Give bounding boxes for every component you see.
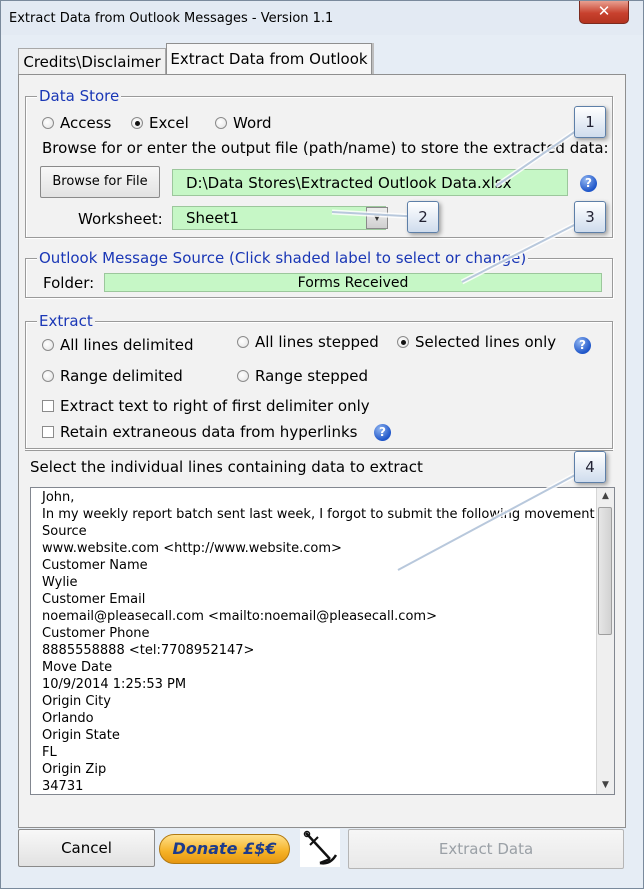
checkbox-right-of-first-delimiter[interactable] xyxy=(42,400,54,412)
list-item[interactable]: Origin State xyxy=(42,727,120,744)
message-lines-listbox[interactable]: John, In my weekly report batch sent last… xyxy=(30,487,615,795)
list-item[interactable]: In my weekly report batch sent last week… xyxy=(42,506,614,523)
callout-2-label: 2 xyxy=(418,208,428,226)
data-store-legend: Data Store xyxy=(37,87,122,105)
worksheet-select[interactable]: Sheet1 xyxy=(172,206,386,230)
folder-value: Forms Received xyxy=(297,275,409,291)
lines-divider xyxy=(25,450,613,451)
folder-label: Folder: xyxy=(43,274,95,292)
radio-excel-label: Excel xyxy=(149,114,189,132)
callout-1-label: 1 xyxy=(585,113,595,131)
radio-access-label: Access xyxy=(60,114,112,132)
message-source-legend: Outlook Message Source (Click shaded lab… xyxy=(37,249,529,267)
radio-all-lines-stepped-label: All lines stepped xyxy=(255,333,379,351)
checkbox-retain-hyperlink-data[interactable] xyxy=(42,426,54,438)
scroll-down-icon[interactable]: ▼ xyxy=(597,777,614,794)
callout-4: 4 xyxy=(574,451,606,483)
folder-selector[interactable]: Forms Received xyxy=(104,273,602,292)
donate-button[interactable]: Donate £$€ xyxy=(159,834,290,864)
tab-extract-label: Extract Data from Outlook xyxy=(170,50,368,68)
worksheet-label: Worksheet: xyxy=(78,210,163,228)
list-item[interactable]: Customer Phone xyxy=(42,625,150,642)
radio-word[interactable] xyxy=(215,117,227,129)
radio-excel[interactable] xyxy=(131,117,143,129)
window-title: Extract Data from Outlook Messages - Ver… xyxy=(9,11,334,26)
scroll-up-glyph: ▲ xyxy=(602,491,609,501)
extract-data-button[interactable]: Extract Data xyxy=(348,829,624,869)
radio-word-label: Word xyxy=(233,114,272,132)
radio-range-stepped[interactable] xyxy=(237,370,249,382)
help-icon[interactable]: ? xyxy=(374,424,391,441)
help-icon[interactable]: ? xyxy=(580,175,597,192)
list-item[interactable]: Source xyxy=(42,523,87,540)
cancel-label: Cancel xyxy=(61,839,112,857)
scroll-up-icon[interactable]: ▲ xyxy=(597,488,614,505)
scroll-down-glyph: ▼ xyxy=(602,780,609,790)
anchor-icon xyxy=(300,829,340,867)
callout-3-label: 3 xyxy=(585,208,595,226)
close-icon: ✕ xyxy=(597,2,611,20)
list-item[interactable]: Origin City xyxy=(42,693,111,710)
help-glyph: ? xyxy=(585,176,592,190)
browse-for-file-button[interactable]: Browse for File xyxy=(40,166,160,198)
list-item[interactable]: Origin Zip xyxy=(42,761,106,778)
radio-range-delimited[interactable] xyxy=(42,370,54,382)
tab-credits-disclaimer[interactable]: Credits\Disclaimer xyxy=(18,48,166,74)
callout-1: 1 xyxy=(574,106,606,138)
extract-legend: Extract xyxy=(37,312,95,330)
output-file-path-input[interactable]: D:\Data Stores\Extracted Outlook Data.xl… xyxy=(172,169,568,196)
list-item[interactable]: Customer Name xyxy=(42,557,148,574)
callout-4-label: 4 xyxy=(585,458,595,476)
tab-credits-label: Credits\Disclaimer xyxy=(23,53,161,71)
worksheet-value: Sheet1 xyxy=(186,209,239,227)
list-item[interactable]: Move Date xyxy=(42,659,112,676)
chevron-down-icon[interactable]: ▼ xyxy=(366,207,388,229)
radio-selected-lines-only-label: Selected lines only xyxy=(415,333,557,351)
close-button[interactable]: ✕ xyxy=(579,1,629,24)
list-item[interactable]: www.website.com <http://www.website.com> xyxy=(42,540,342,557)
scroll-thumb[interactable] xyxy=(598,507,612,635)
list-item[interactable]: Orlando xyxy=(42,710,94,727)
list-item[interactable]: Wylie xyxy=(42,574,78,591)
browse-button-label: Browse for File xyxy=(52,174,148,189)
checkbox-retain-hyperlink-data-label: Retain extraneous data from hyperlinks xyxy=(60,423,358,441)
help-icon[interactable]: ? xyxy=(574,337,591,354)
list-item[interactable]: 8885558888 <tel:7708952147> xyxy=(42,642,254,659)
radio-all-lines-delimited[interactable] xyxy=(42,339,54,351)
browse-prompt: Browse for or enter the output file (pat… xyxy=(42,139,609,157)
list-item[interactable]: John, xyxy=(42,489,74,506)
callout-2: 2 xyxy=(407,201,439,233)
help-glyph: ? xyxy=(379,425,386,439)
callout-3: 3 xyxy=(574,201,606,233)
list-item[interactable]: 10/9/2014 1:25:53 PM xyxy=(42,676,186,693)
extract-data-label: Extract Data xyxy=(438,840,534,858)
lines-prompt: Select the individual lines containing d… xyxy=(30,458,423,476)
help-glyph: ? xyxy=(579,338,586,352)
radio-all-lines-stepped[interactable] xyxy=(237,336,249,348)
dropdown-glyph: ▼ xyxy=(373,213,381,223)
vertical-scrollbar[interactable]: ▲ ▼ xyxy=(596,488,614,794)
list-item[interactable]: FL xyxy=(42,744,57,761)
output-file-path-value: D:\Data Stores\Extracted Outlook Data.xl… xyxy=(186,174,512,192)
radio-all-lines-delimited-label: All lines delimited xyxy=(60,336,194,354)
radio-selected-lines-only[interactable] xyxy=(397,336,409,348)
list-item[interactable]: Customer Email xyxy=(42,591,145,608)
list-item[interactable]: noemail@pleasecall.com <mailto:noemail@p… xyxy=(42,608,437,625)
list-item[interactable]: 34731 xyxy=(42,778,83,794)
donate-label: Donate £$€ xyxy=(172,839,277,858)
radio-access[interactable] xyxy=(42,117,54,129)
radio-range-stepped-label: Range stepped xyxy=(255,367,369,385)
radio-range-delimited-label: Range delimited xyxy=(60,367,183,385)
checkbox-right-of-first-delimiter-label: Extract text to right of first delimiter… xyxy=(60,397,370,415)
tab-extract-data[interactable]: Extract Data from Outlook xyxy=(166,43,372,76)
cancel-button[interactable]: Cancel xyxy=(18,829,155,867)
title-bar: Extract Data from Outlook Messages - Ver… xyxy=(1,1,643,35)
